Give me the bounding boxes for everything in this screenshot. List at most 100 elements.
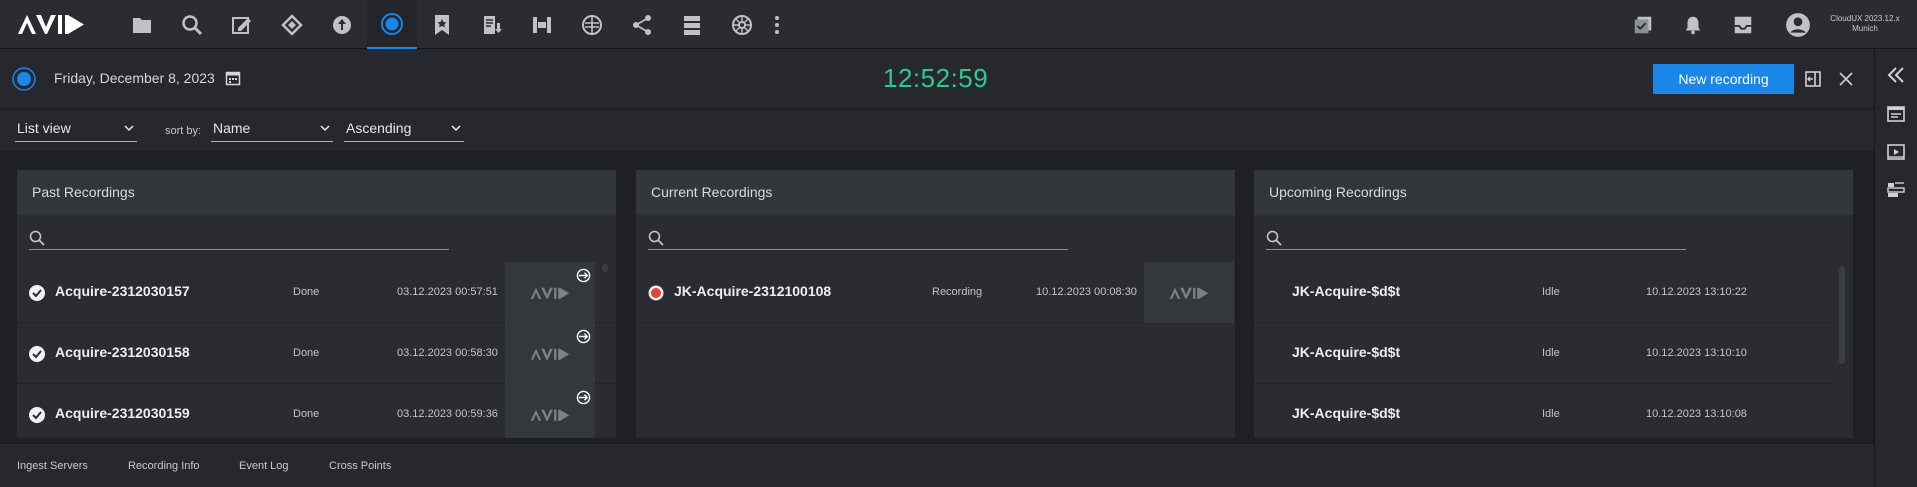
recording-time: 03.12.2023 00:59:36 (397, 408, 498, 420)
document-download-icon[interactable] (467, 0, 517, 49)
sort-field-value: Name (213, 120, 251, 136)
film-icon[interactable] (517, 0, 567, 49)
sort-order-select[interactable]: Ascending (344, 120, 464, 142)
check-circle-icon (29, 346, 45, 362)
table-row[interactable]: JK-Acquire-$d$t Idle 10.12.2023 13:10:10 (1254, 323, 1833, 384)
chevron-down-icon (451, 125, 461, 132)
checklist-icon[interactable] (1623, 0, 1663, 49)
table-row[interactable]: JK-Acquire-$d$t Idle 10.12.2023 13:10:22 (1254, 262, 1833, 323)
scrollbar[interactable] (1839, 266, 1845, 364)
more-icon[interactable] (752, 0, 802, 49)
avid-logo (530, 409, 570, 421)
close-icon[interactable] (1836, 69, 1856, 89)
search-icon[interactable] (167, 0, 217, 49)
recording-status: Idle (1542, 347, 1560, 359)
export-icon[interactable] (576, 390, 591, 405)
calendar-icon[interactable] (225, 70, 241, 86)
recording-status: Recording (932, 286, 983, 298)
capture-icon[interactable] (367, 0, 417, 49)
recording-time: 10.12.2023 13:10:08 (1646, 408, 1747, 420)
top-toolbar: CloudUX 2023.12.x Munich (0, 0, 1917, 49)
version-text: CloudUX 2023.12.x (1830, 14, 1900, 23)
search-icon (29, 230, 45, 246)
thumbnail[interactable] (1144, 262, 1234, 323)
search-input[interactable] (648, 226, 1068, 250)
person-upload-icon[interactable] (317, 0, 367, 49)
tab-cross-points[interactable]: Cross Points (329, 460, 391, 472)
player-icon[interactable] (1886, 142, 1906, 162)
avid-logo (530, 348, 570, 360)
current-recordings-panel: Current Recordings JK-Acquire-2312100108… (636, 170, 1235, 438)
bell-icon[interactable] (1673, 0, 1713, 49)
recording-time: 03.12.2023 00:58:30 (397, 347, 498, 359)
recording-time: 10.12.2023 00:08:30 (1036, 286, 1137, 298)
upcoming-recordings-panel: Upcoming Recordings JK-Acquire-$d$t Idle… (1254, 170, 1853, 438)
bottom-tabs: Ingest Servers Recording Info Event Log … (0, 443, 1874, 487)
share-icon[interactable] (617, 0, 667, 49)
right-sidebar (1874, 49, 1917, 487)
main-area: Friday, December 8, 2023 12:52:59 New re… (0, 49, 1874, 487)
detach-panel-icon[interactable] (1803, 69, 1823, 89)
bookmark-star-icon[interactable] (417, 0, 467, 49)
tab-recording-info[interactable]: Recording Info (128, 460, 200, 472)
search-input[interactable] (29, 226, 449, 250)
chevron-down-icon (124, 125, 134, 132)
avid-logo (530, 287, 570, 299)
recording-status: Done (293, 347, 320, 359)
search-icon (648, 230, 664, 246)
collapse-icon[interactable] (1886, 65, 1906, 85)
recording-name: JK-Acquire-$d$t (1292, 405, 1401, 421)
table-row[interactable]: JK-Acquire-$d$t Idle 10.12.2023 13:10:08 (1254, 384, 1833, 438)
recording-name: Acquire-2312030158 (55, 344, 190, 360)
location-text: Munich (1852, 24, 1878, 33)
recording-time: 10.12.2023 13:10:10 (1646, 347, 1747, 359)
avid-logo (18, 15, 84, 34)
diamond-link-icon[interactable] (267, 0, 317, 49)
inbox-icon[interactable] (1723, 0, 1763, 49)
folder-icon[interactable] (117, 0, 167, 49)
server-icon[interactable] (667, 0, 717, 49)
tab-event-log[interactable]: Event Log (239, 460, 289, 472)
recording-name: Acquire-2312030157 (55, 283, 190, 299)
recording-status: Idle (1542, 408, 1560, 420)
table-row[interactable]: JK-Acquire-2312100108 Recording 10.12.20… (636, 262, 1235, 323)
recording-status: Done (293, 286, 320, 298)
current-date: Friday, December 8, 2023 (54, 70, 215, 86)
sort-field-select[interactable]: Name (211, 120, 333, 142)
recording-name: JK-Acquire-2312100108 (674, 283, 832, 299)
scrollbar[interactable] (602, 264, 608, 272)
version-label: CloudUX 2023.12.x Munich (1820, 14, 1910, 34)
user-icon[interactable] (1778, 0, 1818, 49)
avid-logo (1169, 287, 1209, 299)
recording-time: 03.12.2023 00:57:51 (397, 286, 498, 298)
sort-by-label: sort by: (165, 125, 202, 137)
capture-header: Friday, December 8, 2023 12:52:59 New re… (0, 49, 1874, 109)
recording-status: Done (293, 408, 320, 420)
panel-title: Upcoming Recordings (1254, 170, 1853, 215)
edit-icon[interactable] (217, 0, 267, 49)
export-icon[interactable] (576, 268, 591, 283)
recording-indicator-icon (648, 285, 664, 301)
clock-display: 12:52:59 (883, 63, 989, 93)
search-input[interactable] (1266, 226, 1686, 250)
table-row[interactable]: Acquire-2312030158 Done 03.12.2023 00:58… (17, 323, 616, 384)
recording-name: Acquire-2312030159 (55, 405, 190, 421)
export-icon[interactable] (576, 329, 591, 344)
timeline-icon[interactable] (1886, 180, 1906, 200)
table-row[interactable]: Acquire-2312030157 Done 03.12.2023 00:57… (17, 262, 616, 323)
table-row[interactable]: Acquire-2312030159 Done 03.12.2023 00:59… (17, 384, 616, 438)
chevron-down-icon (320, 125, 330, 132)
capture-icon (12, 67, 36, 91)
view-select[interactable]: List view (15, 120, 137, 142)
check-circle-icon (29, 285, 45, 301)
network-globe-icon[interactable] (567, 0, 617, 49)
search-icon (1266, 230, 1282, 246)
panel-title: Past Recordings (17, 170, 616, 215)
past-recordings-panel: Past Recordings Acquire-2312030157 Done … (17, 170, 616, 438)
filter-row: List view sort by: Name Ascending (0, 110, 1874, 150)
tab-ingest-servers[interactable]: Ingest Servers (17, 460, 88, 472)
properties-icon[interactable] (1886, 104, 1906, 124)
recording-status: Idle (1542, 286, 1560, 298)
recording-time: 10.12.2023 13:10:22 (1646, 286, 1747, 298)
new-recording-button[interactable]: New recording (1653, 64, 1794, 94)
